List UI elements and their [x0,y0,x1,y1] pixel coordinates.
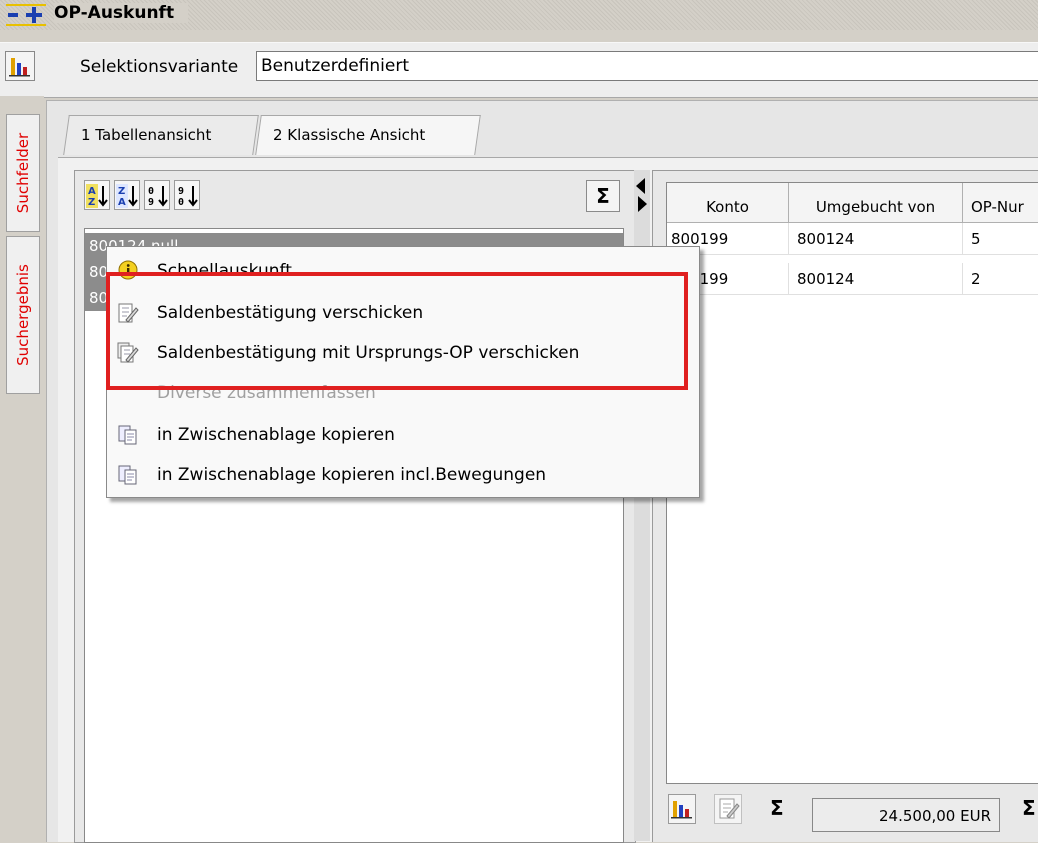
svg-text:Z: Z [118,186,125,197]
svg-text:9: 9 [148,197,154,208]
svg-text:A: A [88,186,96,197]
column-header-umgebucht-von[interactable]: Umgebucht von [789,183,963,223]
sum-button[interactable]: Σ [586,180,620,212]
clipboard-copy-icon [118,425,137,445]
summary-bar: Σ 24.500,00 EUR Σ [666,788,1038,841]
menu-item-label: in Zwischenablage kopieren [157,425,395,445]
tab-tabellenansicht[interactable]: 1 Tabellenansicht [63,115,259,155]
table-cell[interactable]: 800124 [789,223,963,255]
selection-variant-label: Selektionsvariante [80,57,239,77]
vtab-suchfelder[interactable]: Suchfelder [6,114,40,232]
window-title: OP-Auskunft [54,3,189,23]
selection-row: Selektionsvariante Benutzerdefiniert [0,42,1038,98]
edit-button[interactable] [714,794,742,824]
sigma-icon: Σ [770,796,784,820]
table-cell[interactable]: 2 [963,263,1038,295]
collapse-left-icon[interactable] [636,178,645,194]
vertical-tab-strip: Suchfelder Suchergebnis [0,96,44,841]
svg-text:9: 9 [178,186,184,197]
sort-09-icon: 09 [148,186,168,208]
op-table: Konto Umgebucht von OP-Nur 800199 800124… [666,182,1038,784]
menu-item-zwischenablage-kopieren[interactable]: in Zwischenablage kopieren [107,415,699,455]
sort-90-icon: 90 [178,186,198,208]
column-header-op-nummer[interactable]: OP-Nur [963,183,1038,223]
sum-total-field: 24.500,00 EUR [812,798,1000,832]
title-bar: OP-Auskunft [0,0,1038,30]
selection-variant-input[interactable]: Benutzerdefiniert [256,51,1038,81]
sort-90-button[interactable]: 90 [174,180,200,210]
bar-chart-icon [9,58,30,77]
sort-az-button[interactable]: AZ [84,180,110,210]
tab-label: 2 Klassische Ansicht [273,126,426,144]
bar-chart-icon [671,801,692,819]
collapse-right-icon[interactable] [638,196,647,212]
vtab-label-suchfelder: Suchfelder [14,132,32,214]
svg-text:A: A [118,197,126,208]
tab-klassische-ansicht[interactable]: 2 Klassische Ansicht [255,115,481,155]
svg-text:0: 0 [178,197,184,208]
chart-button[interactable] [5,51,35,81]
sort-za-icon: ZA [116,184,138,208]
vtab-suchergebnis[interactable]: Suchergebnis [6,236,40,394]
clipboard-copy-icon [118,465,137,485]
sigma-icon: Σ [1022,796,1036,820]
tab-label: 1 Tabellenansicht [81,126,212,144]
table-cell[interactable]: 5 [963,223,1038,255]
highlight-box [106,272,688,390]
sort-az-icon: AZ [86,184,108,208]
menu-item-zwischenablage-kopieren-bewegungen[interactable]: in Zwischenablage kopieren incl.Bewegung… [107,455,699,495]
sort-za-button[interactable]: ZA [114,180,140,210]
chart-button[interactable] [668,794,696,824]
menu-item-label: in Zwischenablage kopieren incl.Bewegung… [157,465,547,485]
svg-text:0: 0 [148,186,154,197]
table-cell[interactable]: 800124 [789,263,963,295]
window-app-icon [6,4,46,26]
edit-document-icon [719,798,740,819]
column-header-konto[interactable]: Konto [667,183,789,223]
svg-text:Z: Z [88,197,95,208]
sort-09-button[interactable]: 09 [144,180,170,210]
vtab-label-suchergebnis: Suchergebnis [14,264,32,366]
